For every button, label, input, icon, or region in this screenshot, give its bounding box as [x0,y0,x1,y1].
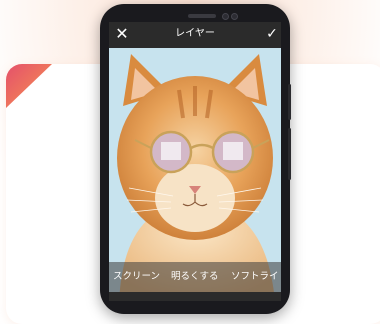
toolbar-title: レイヤー [175,28,215,39]
blend-mode-bar: スクリーン 明るくする ソフトライト [109,262,281,292]
layer-thumbnail-strip [109,292,281,301]
app-screen: ✕ レイヤー ✓ スクリーン 明るくする ソフトライト [109,22,281,301]
blend-mode-screen[interactable]: スクリーン [113,270,160,284]
phone-side-button [288,128,291,180]
editor-toolbar: ✕ レイヤー ✓ [109,22,281,48]
close-icon[interactable]: ✕ [113,24,131,44]
blend-mode-soft-light[interactable]: ソフトライト [231,270,281,284]
phone-camera [231,13,238,20]
phone-speaker [188,14,216,18]
check-icon[interactable]: ✓ [265,25,279,43]
phone-side-button [288,84,291,120]
phone-camera [222,13,229,20]
blend-mode-lighten[interactable]: 明るくする [171,270,219,284]
